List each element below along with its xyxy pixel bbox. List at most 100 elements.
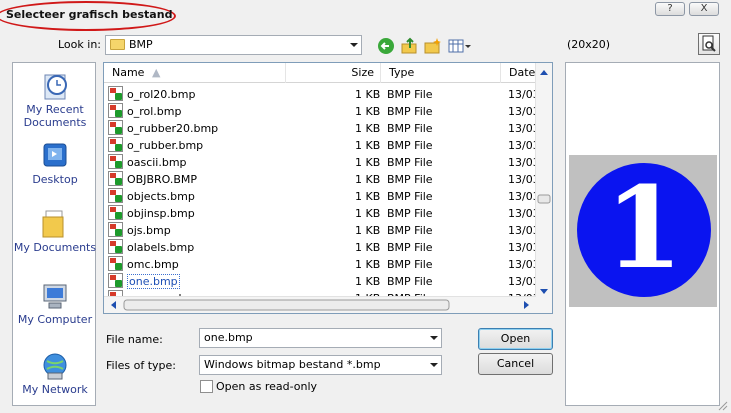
close-button[interactable]: X	[689, 2, 719, 16]
file-name-text: OBJBRO.BMP	[127, 173, 198, 186]
file-row[interactable]: omc.bmp 1 KB BMP File 13/03	[104, 256, 540, 273]
column-date[interactable]: Date	[501, 63, 536, 83]
bmp-file-icon	[108, 239, 123, 254]
preview-digit: 1	[605, 163, 683, 294]
file-type-cell: BMP File	[387, 275, 433, 288]
place-my-documents[interactable]: My Documents	[13, 209, 97, 254]
file-size-cell: 1 KB	[355, 241, 381, 254]
view-menu-icon[interactable]	[448, 37, 472, 55]
my-documents-icon	[39, 209, 71, 239]
cancel-button[interactable]: Cancel	[478, 353, 553, 375]
bmp-file-icon	[108, 205, 123, 220]
dialog-title: Selecteer grafisch bestand	[6, 8, 173, 21]
my-computer-icon	[39, 281, 71, 311]
place-label-line2: Documents	[23, 116, 87, 129]
files-of-type-combo[interactable]: Windows bitmap bestand *.bmp	[199, 355, 442, 375]
file-name-text: oascii.bmp	[127, 156, 187, 169]
preview-panel: 1	[565, 62, 720, 406]
file-row[interactable]: olabels.bmp 1 KB BMP File 13/03	[104, 239, 540, 256]
file-type-cell: BMP File	[387, 190, 433, 203]
look-in-label: Look in:	[58, 38, 101, 51]
look-in-combo[interactable]: BMP	[105, 35, 362, 55]
preview-toggle-button[interactable]	[698, 33, 720, 55]
file-name-text: one.bmp	[127, 274, 180, 289]
bmp-file-icon	[108, 171, 123, 186]
file-row[interactable]: o_rol.bmp 1 KB BMP File 13/03	[104, 103, 540, 120]
place-my-network[interactable]: My Network	[13, 351, 97, 396]
place-label: My Network	[22, 383, 88, 396]
file-row[interactable]: objects.bmp 1 KB BMP File 13/03	[104, 188, 540, 205]
file-row[interactable]: o_rol20.bmp 1 KB BMP File 13/03	[104, 86, 540, 103]
file-name-combo[interactable]: one.bmp	[199, 328, 442, 348]
file-type-cell: BMP File	[387, 173, 433, 186]
place-my-computer[interactable]: My Computer	[13, 281, 97, 326]
bmp-file-icon	[108, 188, 123, 203]
file-name-text: olabels.bmp	[127, 241, 195, 254]
horizontal-scrollbar-graphics	[111, 299, 529, 311]
open-button[interactable]: Open	[478, 328, 553, 350]
bmp-file-icon	[108, 86, 123, 101]
file-type-cell: BMP File	[387, 241, 433, 254]
place-desktop[interactable]: Desktop	[13, 141, 97, 186]
file-size-cell: 1 KB	[355, 122, 381, 135]
place-my-recent-documents[interactable]: My Recent Documents	[13, 71, 97, 129]
new-folder-icon[interactable]	[423, 37, 443, 55]
file-row[interactable]: ojs.bmp 1 KB BMP File 13/03	[104, 222, 540, 239]
file-name-text: objects.bmp	[127, 190, 195, 203]
bmp-file-icon	[108, 103, 123, 118]
column-type[interactable]: Type	[381, 63, 501, 83]
file-size-cell: 1 KB	[355, 275, 381, 288]
resize-grip-icon[interactable]	[718, 401, 728, 411]
bmp-file-icon	[108, 273, 123, 288]
file-name-cell: omc.bmp	[108, 256, 179, 273]
help-button[interactable]: ?	[655, 2, 685, 16]
chevron-down-icon	[350, 43, 358, 47]
file-size-cell: 1 KB	[355, 258, 381, 271]
place-label: Desktop	[32, 173, 78, 186]
file-name-cell: objinsp.bmp	[108, 205, 195, 222]
file-size-cell: 1 KB	[355, 88, 381, 101]
desktop-icon	[39, 141, 71, 171]
file-row[interactable]: objinsp.bmp 1 KB BMP File 13/03	[104, 205, 540, 222]
file-row[interactable]: o_rubber20.bmp 1 KB BMP File 13/03	[104, 120, 540, 137]
recent-documents-icon	[39, 71, 71, 101]
chevron-down-icon	[430, 336, 438, 340]
file-name-cell: o_rol20.bmp	[108, 86, 195, 103]
horizontal-scrollbar[interactable]	[104, 296, 536, 313]
vertical-scrollbar[interactable]	[535, 63, 552, 313]
file-row[interactable]: o_rubber.bmp 1 KB BMP File 13/03	[104, 137, 540, 154]
preview-image: 1	[569, 155, 717, 307]
file-name-text: o_rubber20.bmp	[127, 122, 219, 135]
file-name-cell: o_rubber20.bmp	[108, 120, 218, 137]
column-size[interactable]: Size	[286, 63, 381, 83]
read-only-checkbox[interactable]	[200, 380, 213, 393]
file-size-cell: 1 KB	[355, 224, 381, 237]
title-bar: Selecteer grafisch bestand ? X	[0, 0, 731, 31]
look-in-value: BMP	[129, 38, 153, 51]
file-type-cell: BMP File	[387, 224, 433, 237]
file-row[interactable]: oascii.bmp 1 KB BMP File 13/03	[104, 154, 540, 171]
file-row[interactable]: one.bmp 1 KB BMP File 13/03	[104, 273, 540, 290]
file-name-label: File name:	[106, 333, 163, 346]
file-size-cell: 1 KB	[355, 139, 381, 152]
file-type-cell: BMP File	[387, 105, 433, 118]
places-bar: My Recent Documents Desktop My Documents…	[12, 62, 96, 406]
file-name-cell: o_rol.bmp	[108, 103, 181, 120]
file-name-text: omc.bmp	[127, 258, 179, 271]
file-type-cell: BMP File	[387, 88, 433, 101]
file-type-cell: BMP File	[387, 207, 433, 220]
back-icon[interactable]	[377, 37, 397, 55]
file-list[interactable]: Name ▲ Size Type Date o_rol20.bmp 1 KB BMP…	[103, 62, 553, 314]
bmp-file-icon	[108, 137, 123, 152]
file-name-text: o_rol20.bmp	[127, 88, 196, 101]
files-of-type-label: Files of type:	[106, 359, 177, 372]
up-folder-icon[interactable]	[400, 37, 420, 55]
column-name[interactable]: Name ▲	[104, 63, 286, 83]
place-label-line1: My Recent	[26, 103, 84, 116]
file-row[interactable]: OBJBRO.BMP 1 KB BMP File 13/03	[104, 171, 540, 188]
file-name-value: one.bmp	[204, 331, 253, 344]
file-size-cell: 1 KB	[355, 105, 381, 118]
file-name-cell: oascii.bmp	[108, 154, 187, 171]
bmp-file-icon	[108, 120, 123, 135]
file-size-cell: 1 KB	[355, 173, 381, 186]
